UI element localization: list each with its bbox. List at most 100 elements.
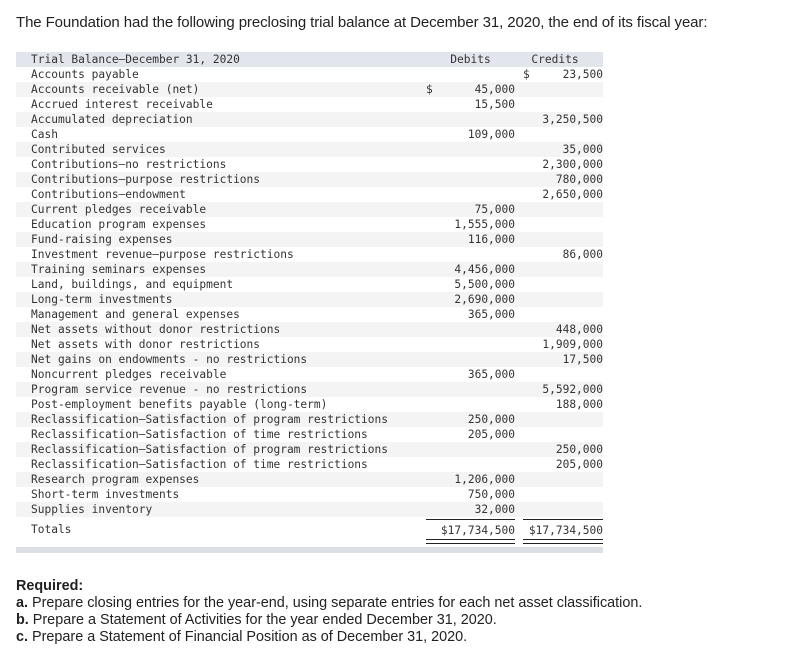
credit-amount: 205,000	[555, 458, 603, 471]
table-row: Cash 109,000	[16, 127, 603, 142]
table-row: Contributions—endowment 2,650,000	[16, 187, 603, 202]
credit-amount: 35,000	[562, 143, 603, 156]
credit-currency	[523, 232, 537, 247]
credit-amount: 250,000	[555, 443, 603, 456]
debit-amount	[440, 322, 515, 337]
debit-currency	[426, 502, 440, 517]
table-row: Reclassification—Satisfaction of time re…	[16, 427, 603, 442]
debit-amount: 15,500	[474, 98, 515, 111]
credit-amount	[537, 412, 603, 427]
account-name: Net assets with donor restrictions	[31, 338, 261, 351]
credit-amount: 2,300,000	[542, 158, 603, 171]
column-gap	[515, 337, 523, 352]
credit-currency	[523, 307, 537, 322]
debit-amount	[440, 142, 515, 157]
debit-amount: 32,000	[474, 503, 515, 516]
credit-amount: 5,592,000	[542, 383, 603, 396]
debit-amount: 205,000	[467, 428, 515, 441]
debit-currency	[426, 307, 440, 322]
debit-currency	[426, 292, 440, 307]
column-gap	[515, 442, 523, 457]
credit-currency	[523, 322, 537, 337]
credit-amount: 188,000	[555, 398, 603, 411]
column-gap	[515, 307, 523, 322]
column-gap	[515, 187, 523, 202]
credit-currency	[523, 397, 537, 412]
column-gap	[515, 472, 523, 487]
credit-amount	[537, 82, 603, 97]
debit-amount	[440, 172, 515, 187]
account-name: Management and general expenses	[31, 308, 240, 321]
credit-currency	[523, 142, 537, 157]
account-name: Supplies inventory	[31, 503, 153, 516]
credit-amount	[537, 217, 603, 232]
credit-amount	[537, 262, 603, 277]
credit-amount	[537, 427, 603, 442]
table-row: Noncurrent pledges receivable 365,000	[16, 367, 603, 382]
total-credits-value: $17,734,500	[528, 524, 603, 537]
debit-amount	[440, 67, 515, 82]
table-row: Education program expenses 1,555,000	[16, 217, 603, 232]
table-row: Supplies inventory 32,000	[16, 502, 603, 517]
debit-currency	[426, 457, 440, 472]
account-name: Research program expenses	[31, 473, 200, 486]
debit-currency	[426, 337, 440, 352]
column-gap	[515, 172, 523, 187]
column-gap	[515, 202, 523, 217]
table-row: Contributed services 35,000	[16, 142, 603, 157]
credit-currency	[523, 487, 537, 502]
credit-currency: $	[523, 68, 530, 81]
debit-currency	[426, 262, 440, 277]
debit-amount: 116,000	[467, 233, 515, 246]
totals-label: Totals	[31, 523, 72, 536]
credit-amount	[537, 472, 603, 487]
column-gap	[515, 277, 523, 292]
column-gap	[515, 367, 523, 382]
debit-currency	[426, 382, 440, 397]
credit-currency	[523, 127, 537, 142]
table-row: Reclassification—Satisfaction of program…	[16, 412, 603, 427]
debit-currency	[426, 67, 440, 82]
intro-text: The Foundation had the following preclos…	[16, 14, 708, 31]
column-gap	[515, 352, 523, 367]
table-row: Management and general expenses 365,000	[16, 307, 603, 322]
credit-currency	[523, 277, 537, 292]
table-row: Short-term investments 750,000	[16, 487, 603, 502]
account-name: Contributions—no restrictions	[31, 158, 227, 171]
table-row: Reclassification—Satisfaction of program…	[16, 442, 603, 457]
debit-currency	[426, 127, 440, 142]
debit-currency	[426, 112, 440, 127]
table-header: Trial Balance—December 31, 2020 Debits C…	[16, 52, 603, 67]
debit-currency	[426, 472, 440, 487]
column-gap	[515, 502, 523, 517]
debit-currency	[426, 232, 440, 247]
credit-currency	[523, 337, 537, 352]
account-name: Current pledges receivable	[31, 203, 207, 216]
account-name: Reclassification—Satisfaction of program…	[31, 443, 388, 456]
column-gap	[515, 457, 523, 472]
debit-amount	[440, 157, 515, 172]
debit-amount	[440, 112, 515, 127]
debit-currency	[426, 97, 440, 112]
debit-currency	[426, 172, 440, 187]
required-section: Required: a. Prepare closing entries for…	[16, 578, 642, 646]
credit-amount: 780,000	[555, 173, 603, 186]
credit-amount: 23,500	[562, 68, 603, 81]
column-gap	[515, 82, 523, 97]
debit-currency	[426, 247, 440, 262]
account-name: Accounts payable	[31, 68, 139, 81]
table-row: Accounts receivable (net) $45,000	[16, 82, 603, 97]
table-row: Accounts payable $23,500	[16, 67, 603, 82]
debit-currency	[426, 217, 440, 232]
table-row: Fund-raising expenses 116,000	[16, 232, 603, 247]
credit-currency	[523, 412, 537, 427]
debit-currency: $	[426, 83, 433, 96]
debit-currency	[426, 442, 440, 457]
table-row: Net gains on endowments - no restriction…	[16, 352, 603, 367]
credit-amount: 17,500	[562, 353, 603, 366]
table-title: Trial Balance—December 31, 2020	[31, 53, 240, 66]
debit-currency	[426, 427, 440, 442]
column-gap	[515, 157, 523, 172]
table-row: Post-employment benefits payable (long-t…	[16, 397, 603, 412]
account-name: Training seminars expenses	[31, 263, 207, 276]
